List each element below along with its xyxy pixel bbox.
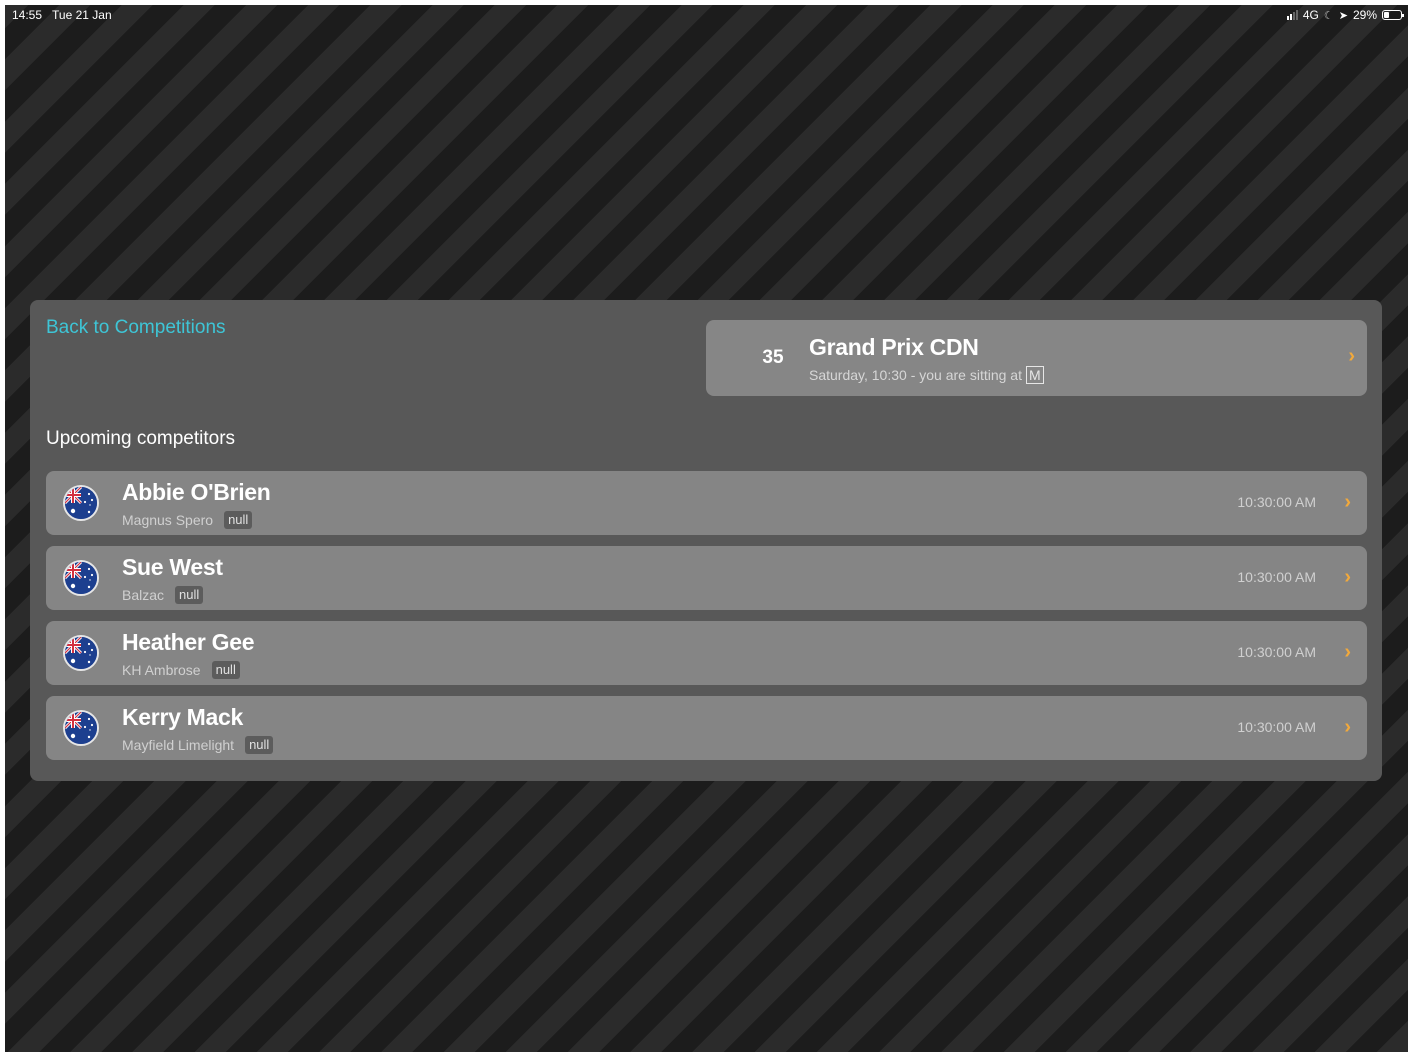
battery-icon: [1382, 10, 1404, 20]
status-right: 4G ☾ ➤ 29%: [1286, 8, 1404, 22]
australia-flag-icon: [63, 485, 99, 521]
rider-name: Sue West: [122, 554, 223, 580]
competition-card[interactable]: 35 Grand Prix CDN Saturday, 10:30 - you …: [706, 320, 1367, 396]
horse-name: KH Ambrose: [122, 662, 201, 678]
status-left: 14:55 Tue 21 Jan: [12, 8, 112, 22]
chevron-right-icon: ›: [1344, 716, 1351, 738]
start-time: 10:30:00 AM: [1237, 644, 1316, 660]
chevron-right-icon: ›: [1344, 491, 1351, 513]
section-heading: Upcoming competitors: [46, 428, 236, 449]
horse-name: Magnus Spero: [122, 512, 214, 528]
competitor-row[interactable]: Abbie O'Brien Magnus Spero null 10:30:00…: [46, 471, 1367, 535]
horse-line: Mayfield Limelight null: [122, 736, 274, 754]
competition-schedule: Saturday, 10:30 - you are sitting at: [809, 367, 1022, 383]
status-date: Tue 21 Jan: [52, 8, 112, 22]
chevron-right-icon: ›: [1344, 566, 1351, 588]
competition-subtitle: Saturday, 10:30 - you are sitting at M: [809, 366, 1044, 384]
signal-icon: [1286, 10, 1298, 20]
horse-name: Balzac: [122, 587, 165, 603]
battery-percent: 29%: [1352, 8, 1377, 22]
australia-flag-icon: [63, 635, 99, 671]
competition-panel: Back to Competitions 35 Grand Prix CDN S…: [30, 300, 1382, 781]
horse-line: Magnus Spero null: [122, 511, 253, 529]
competitor-row[interactable]: Heather Gee KH Ambrose null 10:30:00 AM …: [46, 621, 1367, 685]
start-time: 10:30:00 AM: [1237, 494, 1316, 510]
chevron-right-icon: ›: [1344, 641, 1351, 663]
start-time: 10:30:00 AM: [1237, 719, 1316, 735]
status-bar: 14:55 Tue 21 Jan 4G ☾ ➤ 29%: [5, 5, 1408, 25]
judge-seat-badge: M: [1025, 366, 1044, 384]
rider-name: Heather Gee: [122, 629, 255, 655]
chevron-right-icon: ›: [1348, 345, 1355, 367]
competitor-list: Abbie O'Brien Magnus Spero null 10:30:00…: [46, 471, 1367, 771]
horse-line: KH Ambrose null: [122, 661, 240, 679]
null-badge: null: [224, 511, 253, 529]
rider-name: Kerry Mack: [122, 704, 244, 730]
australia-flag-icon: [63, 710, 99, 746]
null-badge: null: [211, 661, 240, 679]
rider-name: Abbie O'Brien: [122, 479, 271, 505]
competition-number: 35: [762, 347, 784, 368]
screen: 14:55 Tue 21 Jan 4G ☾ ➤ 29% Back to Comp…: [5, 5, 1408, 1052]
null-badge: null: [245, 736, 274, 754]
back-to-competitions-link[interactable]: Back to Competitions: [46, 317, 226, 339]
competition-title: Grand Prix CDN: [809, 334, 979, 360]
start-time: 10:30:00 AM: [1237, 569, 1316, 585]
australia-flag-icon: [63, 560, 99, 596]
horse-line: Balzac null: [122, 586, 204, 604]
horse-name: Mayfield Limelight: [122, 737, 235, 753]
network-label: 4G: [1302, 8, 1319, 22]
status-time: 14:55: [12, 8, 43, 22]
competitor-row[interactable]: Kerry Mack Mayfield Limelight null 10:30…: [46, 696, 1367, 760]
moon-icon: ☾: [1323, 9, 1334, 22]
location-icon: ➤: [1338, 9, 1348, 22]
null-badge: null: [175, 586, 204, 604]
competitor-row[interactable]: Sue West Balzac null 10:30:00 AM ›: [46, 546, 1367, 610]
